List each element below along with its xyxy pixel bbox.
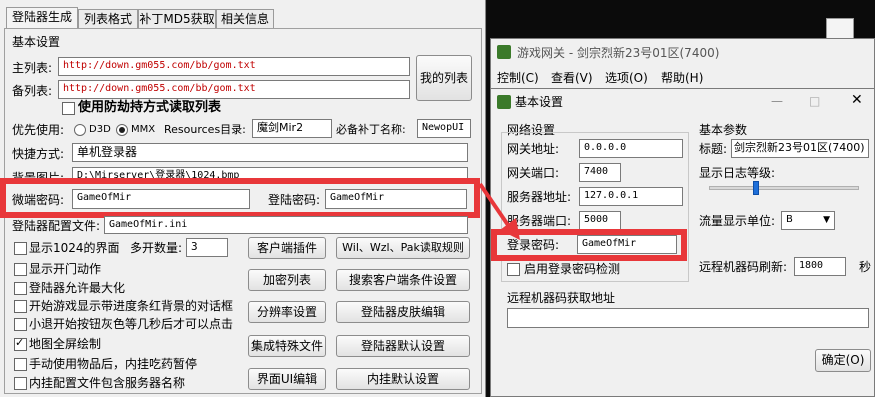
check-label: 手动使用物品后，内挂吃药暂停 [29,357,198,371]
client-plugin-button[interactable]: 客户端插件 [248,237,326,259]
patch-input[interactable]: NewopUI [417,119,471,138]
priority-label: 优先使用: [12,123,65,137]
gateway-address-input[interactable]: 0.0.0.0 [579,139,683,158]
backup-list-input[interactable]: http://down.gm055.com/bb/gom.txt [58,80,410,99]
resources-label: Resources目录: [164,123,246,136]
main-list-input[interactable]: http://down.gm055.com/bb/gom.txt [58,57,410,76]
check-label: 登陆器允许最大化 [29,281,126,295]
close-icon[interactable]: ✕ [851,92,863,108]
arrow-head [500,218,520,240]
multi-open-label: 多开数量: [130,241,183,255]
backup-list-label: 备列表: [12,84,53,98]
gateway-port-label: 网关端口: [507,166,560,180]
log-level-slider[interactable] [753,181,759,195]
checkbox-door-anim[interactable] [14,263,27,276]
plugin-default-button[interactable]: 内挂默认设置 [336,368,470,390]
remote-refresh-input[interactable]: 1800 [794,257,846,276]
settings-dialog: 基本设置 — □ ✕ 网络设置 网关地址: 0.0.0.0 网关端口: 7400… [490,88,875,397]
section-title: 基本设置 [12,35,61,49]
remote-address-input[interactable] [507,308,869,328]
flow-unit-value: B [786,214,793,225]
log-level-track [709,186,859,190]
checkbox-progress-dialog[interactable] [14,300,27,313]
checkbox-fullscreen-map[interactable] [14,336,27,351]
tab-list-format[interactable]: 列表格式 [78,9,138,28]
mmx-label: MMX [131,124,156,135]
my-list-button[interactable]: 我的列表 [416,55,472,101]
dialog-title: 基本设置 [515,95,564,109]
check-label: 内挂配置文件包含服务器名称 [29,376,186,390]
check-label: 显示1024的界面 [29,241,120,255]
anti-hijack-checkbox[interactable] [62,102,75,115]
ui-editor-button[interactable]: 界面UI编辑 [248,368,326,390]
tab-login-generator[interactable]: 登陆器生成 [6,7,78,29]
basic-group-title: 基本参数 [699,123,748,137]
multi-open-input[interactable]: 3 [186,238,228,257]
menu-view[interactable]: 查看(V) [551,70,593,86]
config-file-label: 登陆器配置文件: [12,219,101,233]
arrow-line [478,182,512,230]
enable-password-checkbox[interactable] [507,263,520,276]
gateway-port-input[interactable]: 7400 [579,163,621,182]
check-label: 显示开门动作 [29,262,102,276]
dialog-icon [497,95,511,109]
check-label: 小退开始按钮灰色等几秒后才可以点击 [29,317,234,331]
encrypt-list-button[interactable]: 加密列表 [248,269,326,291]
title-label: 标题: [699,142,728,156]
resources-input[interactable]: 魔剑Mir2 [252,119,332,138]
server-address-input[interactable]: 127.0.0.1 [579,187,683,206]
shortcut-input[interactable]: 单机登录器 [72,143,468,162]
gateway-title: 游戏网关 - 剑宗烈新23号01区(7400) [517,46,720,60]
resolution-button[interactable]: 分辨率设置 [248,301,326,323]
enable-password-label: 启用登录密码检测 [524,262,621,276]
remote-refresh-unit: 秒 [859,260,872,274]
d3d-label: D3D [89,124,111,135]
mmx-radio[interactable] [116,124,128,136]
minimize-icon[interactable]: — [771,93,783,109]
special-files-button[interactable]: 集成特殊文件 [248,335,326,357]
flow-unit-select[interactable]: B ▼ [781,211,835,230]
checkbox-config-servername[interactable] [14,377,27,390]
server-port-input[interactable]: 5000 [579,211,621,230]
menu-help[interactable]: 帮助(H) [661,70,703,86]
check-label: 开始游戏显示带进度条红背景的对话框 [29,299,234,313]
gateway-app-icon [497,45,511,59]
tab-patch-md5[interactable]: 补丁MD5获取 [138,9,216,28]
launcher-generator-window: 登陆器生成 列表格式 补丁MD5获取 相关信息 基本设置 主列表: http:/… [0,0,486,397]
checkbox-1024-ui[interactable] [14,242,27,255]
checkbox-pause-potion[interactable] [14,358,27,371]
wil-rules-button[interactable]: Wil、Wzl、Pak读取规则 [336,237,470,259]
maximize-icon[interactable]: □ [809,93,820,109]
tab-about[interactable]: 相关信息 [216,9,274,28]
ok-button[interactable]: 确定(O) [815,349,871,372]
remote-address-label: 远程机器码获取地址 [507,291,616,305]
log-level-label: 显示日志等级: [699,166,776,180]
flow-unit-label: 流量显示单位: [699,214,776,228]
config-file-input[interactable]: GameOfMir.ini [104,216,468,234]
remote-refresh-label: 远程机器码刷新: [699,260,788,274]
highlight-box-left [0,178,480,218]
d3d-radio[interactable] [74,124,86,136]
main-list-label: 主列表: [12,61,53,75]
highlight-arrow [478,182,520,240]
skin-edit-button[interactable]: 登陆器皮肤编辑 [336,301,470,323]
anti-hijack-label: 使用防劫持方式读取列表 [78,100,222,115]
check-label: 地图全屏绘制 [29,337,102,351]
checkbox-maximize[interactable] [14,282,27,295]
client-search-button[interactable]: 搜索客户端条件设置 [336,269,470,291]
title-input[interactable]: 剑宗烈新23号01区(7400) [731,139,869,158]
shortcut-label: 快捷方式: [12,147,65,161]
chevron-down-icon: ▼ [823,215,830,225]
checkbox-start-delay[interactable] [14,318,27,331]
gateway-address-label: 网关地址: [507,142,560,156]
menu-options[interactable]: 选项(O) [605,70,648,86]
default-settings-button[interactable]: 登陆器默认设置 [336,335,470,357]
menu-control[interactable]: 控制(C) [497,70,539,86]
patch-label: 必备补丁名称: [336,123,406,136]
